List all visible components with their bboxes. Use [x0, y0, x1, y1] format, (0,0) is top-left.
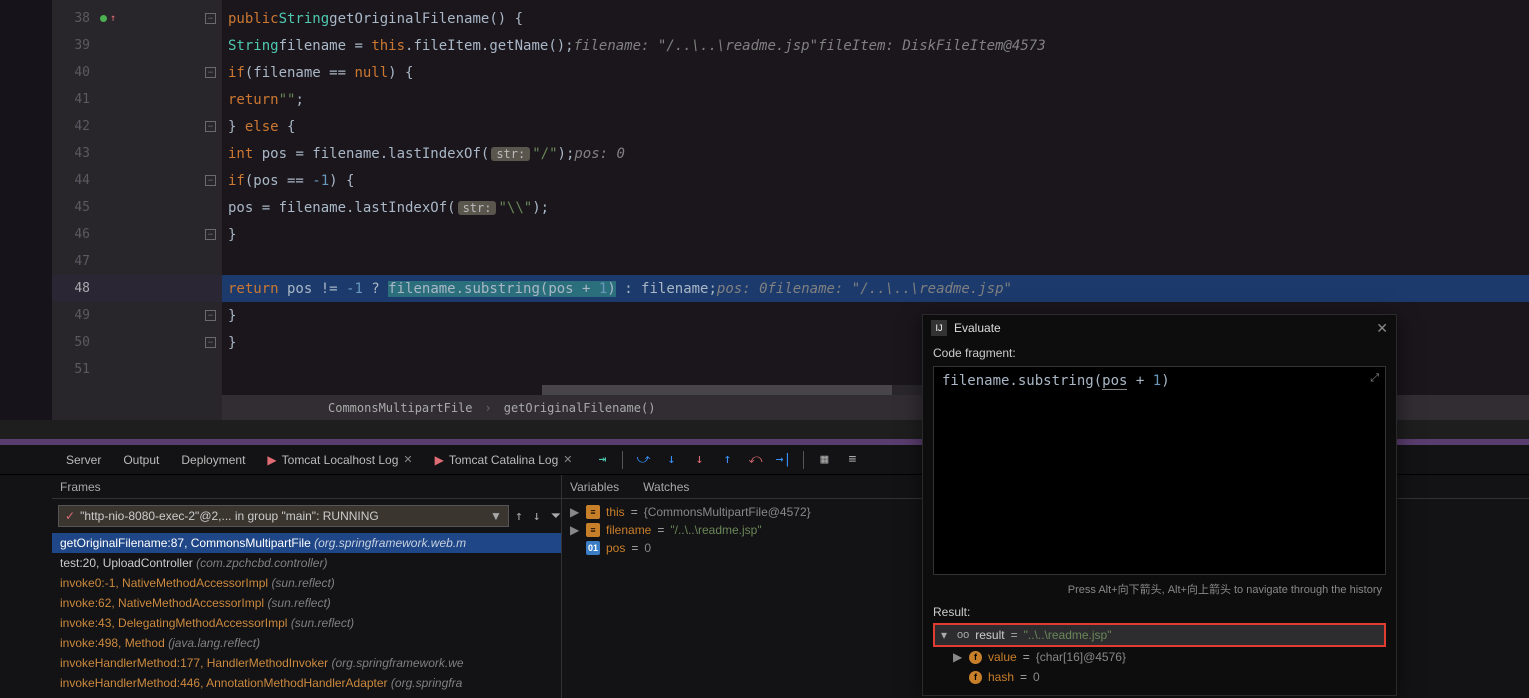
drop-frame-icon[interactable]: ⤺: [747, 452, 763, 468]
thread-selector[interactable]: ✓ "http-nio-8080-exec-2"@2,... in group …: [58, 505, 509, 527]
fold-icon[interactable]: −: [205, 175, 216, 186]
result-field-row[interactable]: ▶ f value = {char[16]@4576}: [933, 647, 1386, 667]
tab-tomcat-localhost[interactable]: ▶Tomcat Localhost Log✕: [257, 447, 422, 473]
evaluate-titlebar[interactable]: IJ Evaluate ✕: [923, 315, 1396, 342]
evaluate-dialog: IJ Evaluate ✕ Code fragment: filename.su…: [922, 314, 1397, 696]
result-row[interactable]: ▾ oo result = "..\..\readme.jsp": [933, 623, 1386, 647]
watches-tab[interactable]: Watches: [643, 480, 689, 494]
evaluate-input[interactable]: filename.substring(pos + 1) ⤢: [933, 366, 1386, 575]
evaluate-history-hint: Press Alt+向下箭头, Alt+向上箭头 to navigate thr…: [923, 577, 1396, 601]
force-step-into-icon[interactable]: ↓: [691, 452, 707, 468]
frame-row[interactable]: invokeHandlerMethod:446, AnnotationMetho…: [52, 673, 561, 693]
breadcrumb-class[interactable]: CommonsMultipartFile: [328, 401, 473, 415]
step-into-icon[interactable]: ↓: [663, 452, 679, 468]
settings-icon[interactable]: ≡: [844, 452, 860, 468]
evaluate-icon[interactable]: ▦: [816, 452, 832, 468]
evaluate-result[interactable]: ▾ oo result = "..\..\readme.jsp" ▶ f val…: [933, 623, 1386, 687]
show-execution-icon[interactable]: ⇥: [594, 452, 610, 468]
breadcrumb-method[interactable]: getOriginalFilename(): [504, 401, 656, 415]
field-icon: f: [969, 651, 982, 664]
shrink-icon[interactable]: ⤢: [1370, 371, 1379, 385]
frames-panel: Frames ✓ "http-nio-8080-exec-2"@2,... in…: [52, 475, 562, 698]
object-icon: ≡: [586, 523, 600, 537]
fold-icon[interactable]: −: [205, 121, 216, 132]
tab-server[interactable]: Server: [56, 447, 111, 473]
fold-icon[interactable]: −: [205, 67, 216, 78]
prev-frame-icon[interactable]: ↑: [515, 509, 523, 524]
fold-icon[interactable]: −: [205, 13, 216, 24]
debug-left-toolbar: [0, 475, 52, 698]
frame-row[interactable]: test:20, UploadController (com.zpchcbd.c…: [52, 553, 561, 573]
frame-row[interactable]: invoke:43, DelegatingMethodAccessorImpl …: [52, 613, 561, 633]
fold-icon[interactable]: −: [205, 229, 216, 240]
filter-icon[interactable]: ⏷: [551, 509, 561, 524]
fold-icon[interactable]: −: [205, 310, 216, 321]
tab-tomcat-catalina[interactable]: ▶Tomcat Catalina Log✕: [425, 447, 583, 473]
frame-row[interactable]: invoke0:-1, NativeMethodAccessorImpl (su…: [52, 573, 561, 593]
frame-row[interactable]: invoke:498, Method (java.lang.reflect): [52, 633, 561, 653]
intellij-icon: IJ: [931, 320, 947, 336]
object-icon: oo: [957, 629, 969, 641]
result-label: Result:: [923, 601, 1396, 623]
tab-deployment[interactable]: Deployment: [171, 447, 255, 473]
object-icon: ≡: [586, 505, 600, 519]
tab-output[interactable]: Output: [113, 447, 169, 473]
editor-left-margin: [0, 0, 52, 420]
frame-row[interactable]: getOriginalFilename:87, CommonsMultipart…: [52, 533, 561, 553]
variables-tab[interactable]: Variables: [570, 480, 619, 494]
frames-header: Frames: [52, 475, 561, 499]
frame-row[interactable]: invokeHandlerMethod:177, HandlerMethodIn…: [52, 653, 561, 673]
int-icon: 01: [586, 541, 600, 555]
frame-list[interactable]: getOriginalFilename:87, CommonsMultipart…: [52, 533, 561, 698]
fold-icon[interactable]: −: [205, 337, 216, 348]
run-to-cursor-icon[interactable]: →|: [775, 452, 791, 468]
step-out-icon[interactable]: ↑: [719, 452, 735, 468]
code-fragment-label: Code fragment:: [923, 342, 1396, 364]
close-icon[interactable]: ✕: [403, 453, 412, 466]
close-icon[interactable]: ✕: [1376, 320, 1388, 337]
field-icon: f: [969, 671, 982, 684]
next-frame-icon[interactable]: ↓: [533, 509, 541, 524]
gutter[interactable]: 38↑− 39 40− 41 42− 43 44− 45 46− 47 48 4…: [52, 0, 222, 420]
result-field-row[interactable]: f hash = 0: [933, 667, 1386, 687]
close-icon[interactable]: ✕: [563, 453, 572, 466]
step-over-icon[interactable]: ⤻: [635, 452, 651, 468]
frame-row[interactable]: invoke:62, NativeMethodAccessorImpl (sun…: [52, 593, 561, 613]
